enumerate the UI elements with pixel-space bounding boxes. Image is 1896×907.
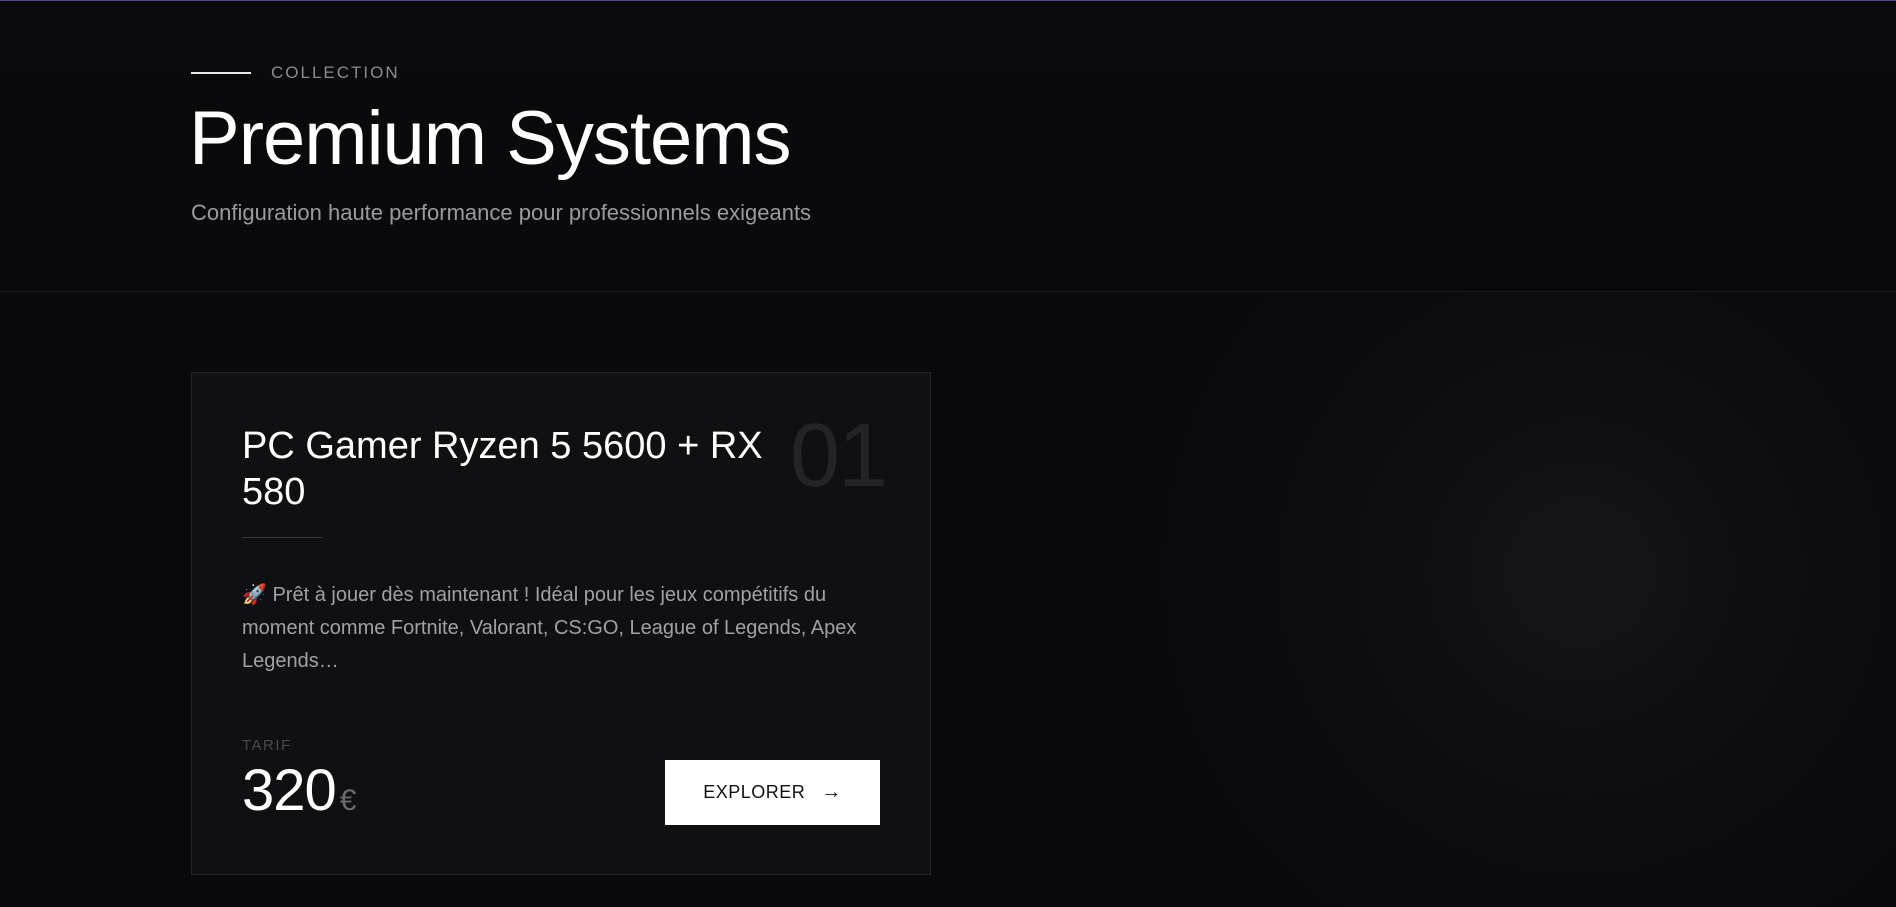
price-label: TARIF (242, 737, 292, 754)
page-title: Premium Systems (189, 96, 792, 181)
page: COLLECTION Premium Systems Configuration… (0, 0, 1896, 907)
eyebrow-label: COLLECTION (271, 63, 400, 82)
product-description: 🚀 Prêt à jouer dès maintenant ! Idéal po… (242, 584, 857, 672)
explore-button-label: EXPLORER (703, 782, 806, 802)
eyebrow: COLLECTION (191, 63, 400, 83)
product-index: 01 (789, 406, 888, 506)
price-amount: 320 (242, 758, 337, 823)
collection-header: COLLECTION Premium Systems Configuration… (0, 1, 1896, 292)
card-divider (242, 537, 322, 538)
product-title: PC Gamer Ryzen 5 5600 + RX 580 (242, 425, 763, 513)
page-subtitle: Configuration haute performance pour pro… (191, 200, 812, 225)
arrow-right-icon: → (821, 781, 842, 803)
background-decoration (1574, 546, 1620, 596)
price-currency: € (339, 784, 357, 817)
product-card: 01 PC Gamer Ryzen 5 5600 + RX 580 🚀 Prêt… (191, 372, 931, 875)
explore-button[interactable]: EXPLORER → (665, 760, 880, 825)
price: 320 € (242, 759, 356, 823)
eyebrow-divider (191, 72, 251, 74)
